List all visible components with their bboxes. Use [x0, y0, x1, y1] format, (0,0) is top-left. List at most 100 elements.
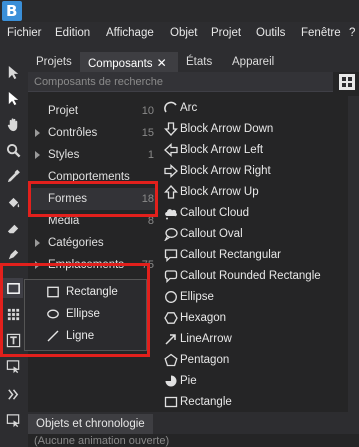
list-item-label: Block Arrow Up [180, 186, 259, 198]
pentagon-icon [164, 353, 178, 367]
shape-list: Arc Block Arrow Down Block Arrow Left Bl… [160, 96, 359, 412]
zoom-tool-icon[interactable] [3, 140, 23, 160]
tab-composants-label: Composants [88, 58, 153, 70]
tab-etats[interactable]: États [178, 52, 224, 72]
flyout-item-label: Rectangle [66, 286, 118, 298]
category-comportements[interactable]: Comportements [28, 166, 158, 188]
category-controles[interactable]: Contrôles 15 [28, 122, 158, 144]
grid-layout-tool-icon[interactable] [3, 304, 23, 324]
tab-composants[interactable]: Composants ✕ [80, 52, 178, 72]
category-categories[interactable]: Catégories [28, 232, 158, 254]
menu-objet[interactable]: Objet [170, 27, 198, 39]
expand-toolbar-icon[interactable] [3, 384, 23, 404]
search-placeholder: Composants de recherche [34, 76, 164, 88]
rectangle-icon [47, 286, 59, 298]
callout-oval-icon [164, 228, 178, 241]
category-label: Comportements [48, 171, 130, 183]
text-tool-icon[interactable] [3, 330, 23, 350]
menu-affichage[interactable]: Affichage [106, 27, 154, 39]
eyedropper-tool-icon[interactable] [3, 166, 23, 186]
block-arrow-right-icon [164, 164, 178, 178]
pie-icon [165, 375, 177, 387]
category-label: Projet [48, 105, 79, 117]
list-item[interactable]: Pie [160, 370, 359, 391]
list-item[interactable]: Callout Rounded Rectangle [160, 265, 359, 286]
ellipse-icon [47, 309, 59, 319]
list-item[interactable]: Block Arrow Right [160, 160, 359, 181]
direct-selection-tool-icon[interactable] [3, 88, 23, 108]
list-item-label: LineArrow [180, 333, 232, 345]
pen-tool-icon[interactable] [3, 244, 23, 264]
category-count: 75 [141, 259, 154, 271]
list-item[interactable]: Block Arrow Up [160, 181, 359, 202]
menu-outils[interactable]: Outils [256, 27, 285, 39]
tab-projets[interactable]: Projets [28, 52, 80, 72]
flyout-item-label: Ellipse [66, 308, 100, 320]
rectangle-tool-icon[interactable] [3, 278, 23, 298]
list-item[interactable]: Block Arrow Down [160, 118, 359, 139]
menu-fichier[interactable]: Fichier [7, 27, 42, 39]
pan-tool-icon[interactable] [3, 114, 23, 134]
callout-rounded-rectangle-icon [164, 270, 178, 283]
category-styles[interactable]: Styles 1 [28, 144, 158, 166]
category-projet[interactable]: Projet 10 [28, 100, 158, 122]
menu-help[interactable]: ? [349, 27, 355, 39]
category-label: Contrôles [48, 127, 98, 139]
search-input[interactable]: Composants de recherche [28, 72, 333, 92]
category-media[interactable]: Média 8 [28, 210, 158, 232]
flyout-item-rectangle[interactable]: Rectangle [25, 281, 146, 303]
menu-projet[interactable]: Projet [211, 27, 241, 39]
tools-toolbar [0, 52, 26, 447]
paint-bucket-tool-icon[interactable] [3, 192, 23, 212]
callout-rectangular-icon [164, 249, 178, 262]
list-item[interactable]: LineArrow [160, 328, 359, 349]
list-item[interactable]: Rectangle [160, 391, 359, 412]
list-item[interactable]: Ellipse [160, 286, 359, 307]
list-item-label: Hexagon [180, 312, 227, 324]
selection-tool-icon[interactable] [3, 62, 23, 82]
category-count: 10 [141, 105, 154, 117]
objects-timeline-panel: Objets et chronologie (Aucune animation … [28, 412, 359, 447]
category-formes[interactable]: Formes 18 [28, 188, 158, 210]
hexagon-icon [164, 312, 178, 324]
menu-edition[interactable]: Edition [55, 27, 90, 39]
flyout-item-ligne[interactable]: Ligne [25, 325, 146, 347]
eraser-tool-icon[interactable] [3, 218, 23, 238]
assets-tool-icon[interactable] [3, 410, 23, 430]
list-item[interactable]: Pentagon [160, 349, 359, 370]
list-item[interactable]: Callout Cloud [160, 202, 359, 223]
menu-fenetre[interactable]: Fenêtre [301, 27, 341, 39]
list-item-label: Callout Cloud [180, 207, 250, 219]
close-icon[interactable]: ✕ [157, 56, 167, 70]
menu-bar: Fichier Edition Affichage Objet Projet O… [0, 22, 359, 44]
expand-arrow-icon[interactable] [35, 129, 40, 137]
shape-tool-flyout: Rectangle Ellipse Ligne [24, 279, 147, 351]
expand-arrow-icon[interactable] [35, 151, 40, 159]
tab-label: Objets et chronologie [36, 418, 145, 430]
scrollbar[interactable] [348, 96, 359, 412]
category-label: Emplacements [48, 259, 125, 271]
list-item-label: Block Arrow Left [180, 144, 264, 156]
timeline-status: (Aucune animation ouverte) [28, 434, 359, 447]
category-count: 15 [141, 127, 154, 139]
list-item[interactable]: Arc [160, 97, 359, 118]
list-item-label: Callout Oval [180, 228, 243, 240]
category-emplacements[interactable]: Emplacements 75 [28, 254, 158, 276]
control-tool-icon[interactable] [3, 356, 23, 376]
app-logo-icon: B [2, 1, 22, 21]
list-item[interactable]: Block Arrow Left [160, 139, 359, 160]
line-arrow-icon [165, 334, 176, 345]
list-item[interactable]: Callout Oval [160, 223, 359, 244]
tab-appareil-label: Appareil [232, 56, 275, 68]
list-item[interactable]: Hexagon [160, 307, 359, 328]
tab-objets-chronologie[interactable]: Objets et chronologie [28, 414, 153, 434]
tab-projets-label: Projets [36, 56, 72, 68]
grid-view-icon[interactable] [339, 74, 355, 90]
expand-arrow-icon[interactable] [35, 261, 40, 269]
list-item[interactable]: Callout Rectangular [160, 244, 359, 265]
tab-appareil[interactable]: Appareil [224, 52, 284, 72]
block-arrow-up-icon [164, 185, 178, 199]
flyout-item-ellipse[interactable]: Ellipse [25, 303, 146, 325]
category-label: Catégories [48, 237, 104, 249]
expand-arrow-icon[interactable] [35, 239, 40, 247]
